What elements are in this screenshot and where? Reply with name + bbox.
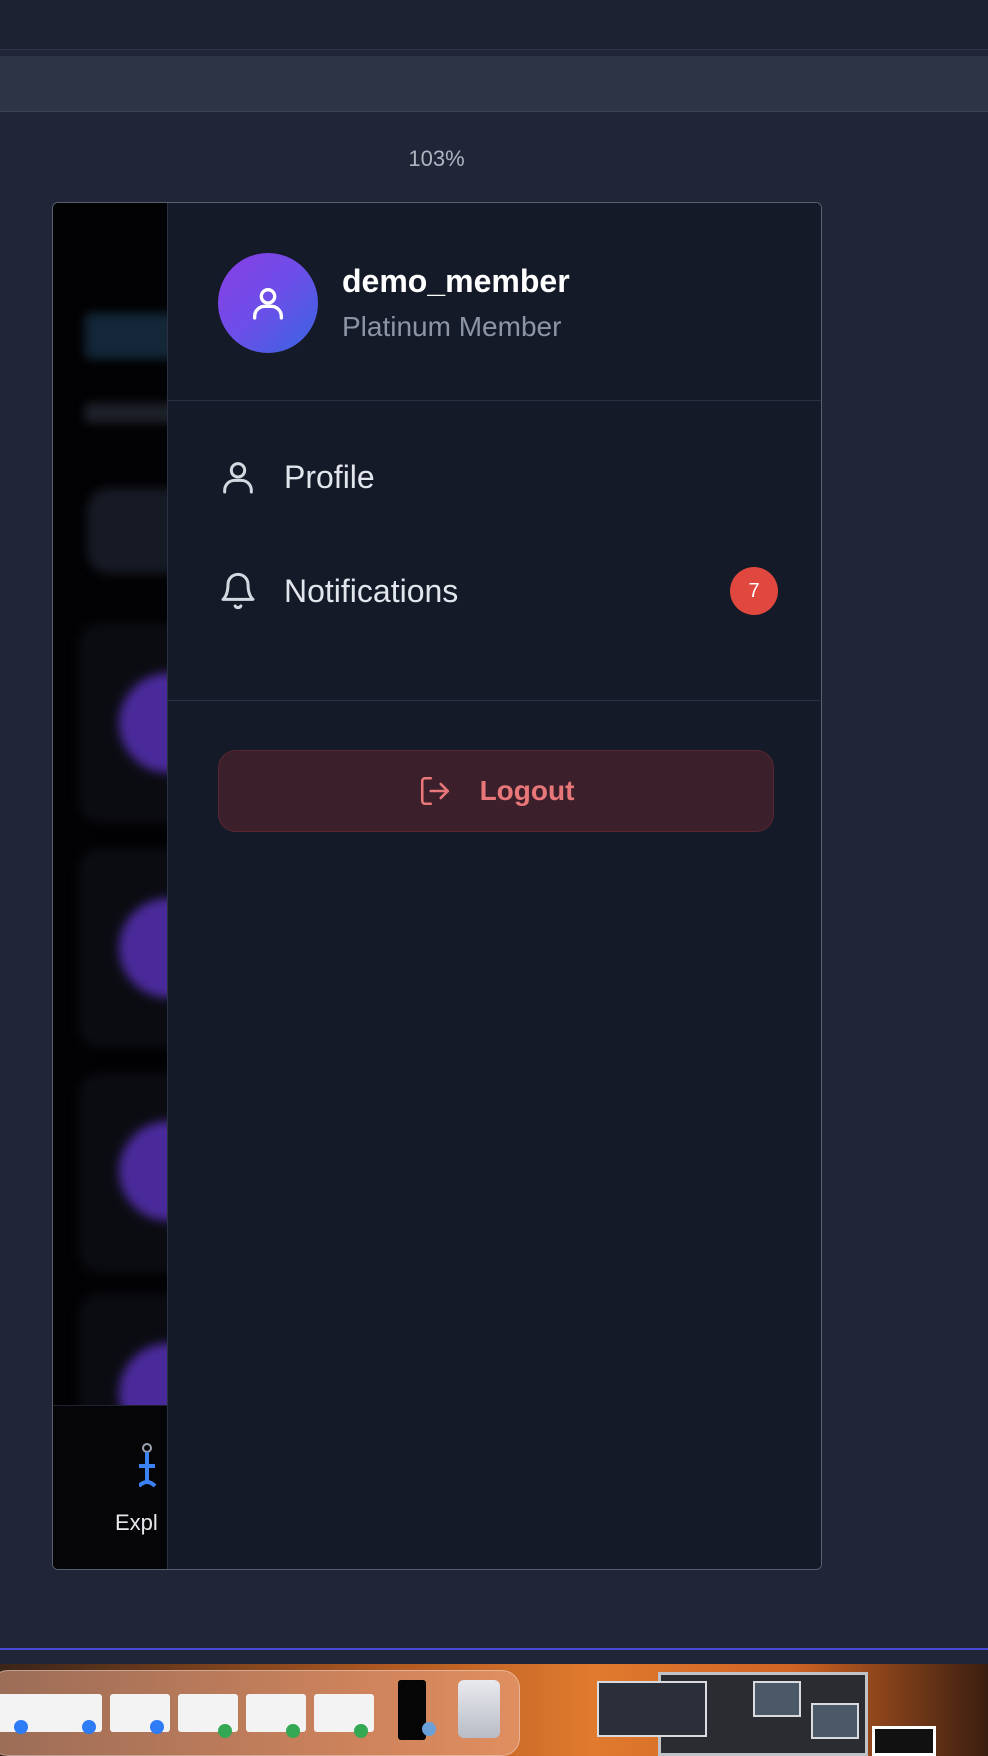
window-thumbnail[interactable] [872, 1726, 936, 1756]
explore-nav-label[interactable]: Expl [115, 1510, 158, 1536]
finder-icon [150, 1720, 164, 1734]
zoom-level: 103% [408, 146, 465, 171]
chrome-icon [286, 1724, 300, 1738]
finder-icon [82, 1720, 96, 1734]
preview-icon [422, 1722, 436, 1736]
drawer-header: demo_member Platinum Member [168, 203, 821, 401]
window-thumbnail[interactable] [811, 1703, 859, 1739]
explore-icon [139, 1443, 157, 1488]
logout-label: Logout [479, 775, 575, 806]
menu-item-profile[interactable]: Profile [218, 447, 778, 507]
window-divider [0, 1648, 988, 1650]
chrome-icon [354, 1724, 368, 1738]
window-thumbnail[interactable] [597, 1681, 707, 1737]
avatar[interactable] [218, 253, 318, 353]
chrome-icon [218, 1724, 232, 1738]
background-search [87, 488, 167, 574]
menu-item-label: Profile [284, 458, 375, 495]
background-app: Expl [53, 203, 167, 1569]
background-title [85, 313, 167, 359]
notification-count-badge: 7 [730, 567, 778, 615]
browser-top-bar [0, 0, 988, 50]
logout-button[interactable]: Logout [218, 750, 774, 832]
desktop-window-thumbnails[interactable] [597, 1672, 868, 1756]
drawer-menu: Profile Notifications 7 [168, 401, 821, 701]
username: demo_member [342, 263, 570, 299]
bell-icon [218, 571, 258, 611]
window-thumbnail[interactable] [753, 1681, 801, 1717]
background-subtitle [85, 403, 167, 423]
menu-item-label: Notifications [284, 572, 459, 609]
account-drawer: demo_member Platinum Member Profile Noti… [167, 203, 821, 1569]
member-tier: Platinum Member [342, 311, 562, 342]
background-bottom-nav: Expl [53, 1405, 167, 1569]
logout-icon [420, 776, 449, 806]
finder-icon [14, 1720, 28, 1734]
user-icon [253, 288, 283, 320]
trash-icon[interactable] [458, 1680, 500, 1738]
menu-item-notifications[interactable]: Notifications 7 [218, 561, 778, 621]
device-viewport: Expl demo_member Platinum Member Profile… [52, 202, 822, 1570]
user-icon [218, 457, 258, 497]
browser-url-bar[interactable] [0, 56, 988, 112]
